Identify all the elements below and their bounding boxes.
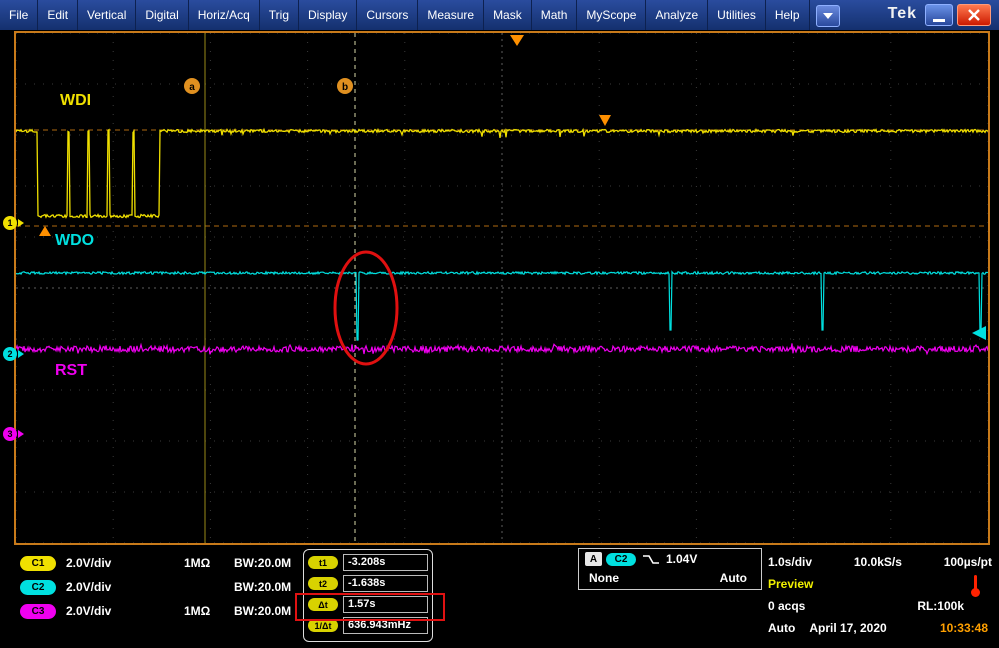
ch1-badge[interactable]: C1 bbox=[20, 555, 56, 571]
menu-bar: File Edit Vertical Digital Horiz/Acq Trig Disp… bbox=[0, 0, 999, 30]
menu-item-file[interactable]: File bbox=[0, 0, 39, 30]
timebase-row: 1.0s/div 10.0kS/s 100µs/pt bbox=[768, 551, 992, 573]
ch2-number: 2 bbox=[3, 347, 17, 361]
minimize-icon bbox=[933, 19, 945, 22]
chevron-down-icon bbox=[822, 13, 833, 19]
menu-item-digital[interactable]: Digital bbox=[136, 0, 189, 30]
menu-item-math[interactable]: Math bbox=[532, 0, 578, 30]
ch3-arrow-icon bbox=[18, 430, 24, 438]
menu-item-horiz-acq[interactable]: Horiz/Acq bbox=[189, 0, 260, 30]
trigger-source-badge: C2 bbox=[606, 552, 636, 566]
record-length: RL:100k bbox=[917, 599, 964, 613]
menu-item-mask[interactable]: Mask bbox=[484, 0, 532, 30]
ch2-badge[interactable]: C2 bbox=[20, 579, 56, 595]
time-text: 10:33:48 bbox=[939, 621, 988, 635]
acq-state-row: Preview bbox=[768, 573, 992, 595]
dt-highlight-rectangle bbox=[295, 593, 445, 621]
ch2-offscreen-arrow-icon bbox=[972, 326, 986, 340]
falling-edge-icon bbox=[643, 554, 659, 564]
ch1-arrow-icon bbox=[18, 219, 24, 227]
ch2-bandwidth: BW:20.0M bbox=[234, 580, 292, 594]
trace-label-wdo: WDO bbox=[55, 232, 94, 249]
t1-value: -3.208s bbox=[343, 554, 428, 571]
ch2-arrow-icon bbox=[18, 350, 24, 358]
trigger-mode: Auto bbox=[719, 571, 747, 585]
ch1-settings-row[interactable]: C1 2.0V/div 1MΩ BW:20.0M bbox=[20, 551, 291, 575]
close-button[interactable] bbox=[957, 4, 991, 26]
ch3-position-marker[interactable]: 3 bbox=[3, 427, 24, 441]
trigger-level-icon[interactable] bbox=[599, 115, 611, 126]
ch3-settings-row[interactable]: C3 2.0V/div 1MΩ BW:20.0M bbox=[20, 599, 291, 623]
t2-badge: t2 bbox=[308, 577, 338, 590]
ch3-bandwidth: BW:20.0M bbox=[234, 604, 292, 618]
cursor-t1-row: t1 -3.208s bbox=[304, 552, 432, 573]
menu-item-display[interactable]: Display bbox=[299, 0, 358, 30]
menu-item-analyze[interactable]: Analyze bbox=[646, 0, 709, 30]
t2-value: -1.638s bbox=[343, 575, 428, 592]
ch2-scale: 2.0V/div bbox=[66, 580, 112, 594]
timebase-scale: 1.0s/div bbox=[768, 555, 813, 569]
trace-label-rst: RST bbox=[55, 362, 87, 379]
trigger-mode-status: Auto bbox=[768, 621, 796, 635]
trigger-type: None bbox=[589, 571, 619, 585]
menu-item-vertical[interactable]: Vertical bbox=[78, 0, 137, 30]
ch1-impedance: 1MΩ bbox=[184, 556, 211, 570]
trigger-level: 1.04V bbox=[666, 552, 698, 566]
acquisition-count: 0 acqs bbox=[768, 599, 806, 613]
datetime-row: Auto April 17, 2020 10:33:48 bbox=[768, 617, 992, 639]
minimize-button[interactable] bbox=[925, 4, 953, 26]
ch3-impedance: 1MΩ bbox=[184, 604, 211, 618]
trace-label-wdi: WDI bbox=[60, 92, 91, 109]
graticule: WDI WDO RST a b bbox=[15, 32, 989, 544]
ch3-number: 3 bbox=[3, 427, 17, 441]
resolution: 100µs/pt bbox=[943, 555, 992, 569]
ch3-badge[interactable]: C3 bbox=[20, 603, 56, 619]
cursor-a-label: a bbox=[189, 82, 195, 93]
cursor-b-label: b bbox=[342, 82, 348, 93]
horizontal-panel: 1.0s/div 10.0kS/s 100µs/pt Preview 0 acq… bbox=[768, 551, 992, 639]
cursor-readout-panel: t1 -3.208s t2 -1.638s Δt 1.57s 1/Δt 636.… bbox=[295, 549, 445, 642]
date-text: April 17, 2020 bbox=[809, 621, 887, 635]
sample-rate: 10.0kS/s bbox=[853, 555, 902, 569]
menu-item-help[interactable]: Help bbox=[766, 0, 810, 30]
menu-item-measure[interactable]: Measure bbox=[418, 0, 485, 30]
menu-item-myscope[interactable]: MyScope bbox=[577, 0, 647, 30]
ch2-settings-row[interactable]: C2 2.0V/div BW:20.0M bbox=[20, 575, 291, 599]
ch1-bandwidth: BW:20.0M bbox=[234, 556, 292, 570]
ch1-scale: 2.0V/div bbox=[66, 556, 112, 570]
tek-logo: Tek bbox=[887, 5, 917, 22]
t1-badge: t1 bbox=[308, 556, 338, 569]
trigger-position-icon[interactable] bbox=[510, 35, 524, 46]
menu-item-trig[interactable]: Trig bbox=[260, 0, 299, 30]
cursor-t2-row: t2 -1.638s bbox=[304, 573, 432, 594]
menu-item-edit[interactable]: Edit bbox=[38, 0, 79, 30]
menu-item-utilities[interactable]: Utilities bbox=[708, 0, 766, 30]
ch1-position-marker[interactable]: 1 bbox=[3, 216, 24, 230]
trigger-panel[interactable]: A C2 1.04V None Auto bbox=[578, 548, 762, 590]
acq-count-row: 0 acqs RL:100k bbox=[768, 595, 992, 617]
channel-settings: C1 2.0V/div 1MΩ BW:20.0M C2 2.0V/div BW:… bbox=[20, 551, 291, 623]
ch2-position-marker[interactable]: 2 bbox=[3, 347, 24, 361]
trigger-row: A C2 1.04V bbox=[579, 549, 761, 569]
trigger-system-badge: A bbox=[585, 552, 602, 566]
ch1-number: 1 bbox=[3, 216, 17, 230]
acquisition-state: Preview bbox=[768, 577, 814, 591]
menu-more-button[interactable] bbox=[815, 5, 840, 27]
temperature-icon bbox=[970, 575, 980, 599]
menu-item-cursors[interactable]: Cursors bbox=[357, 0, 419, 30]
readout-bar: C1 2.0V/div 1MΩ BW:20.0M C2 2.0V/div BW:… bbox=[0, 545, 999, 648]
trigger-mode-row: None Auto bbox=[579, 571, 761, 585]
close-icon bbox=[968, 9, 980, 21]
waveform-display[interactable]: WDI WDO RST a b 1 2 3 bbox=[3, 31, 990, 545]
ch3-scale: 2.0V/div bbox=[66, 604, 112, 618]
ch1-reference-icon bbox=[39, 226, 51, 236]
